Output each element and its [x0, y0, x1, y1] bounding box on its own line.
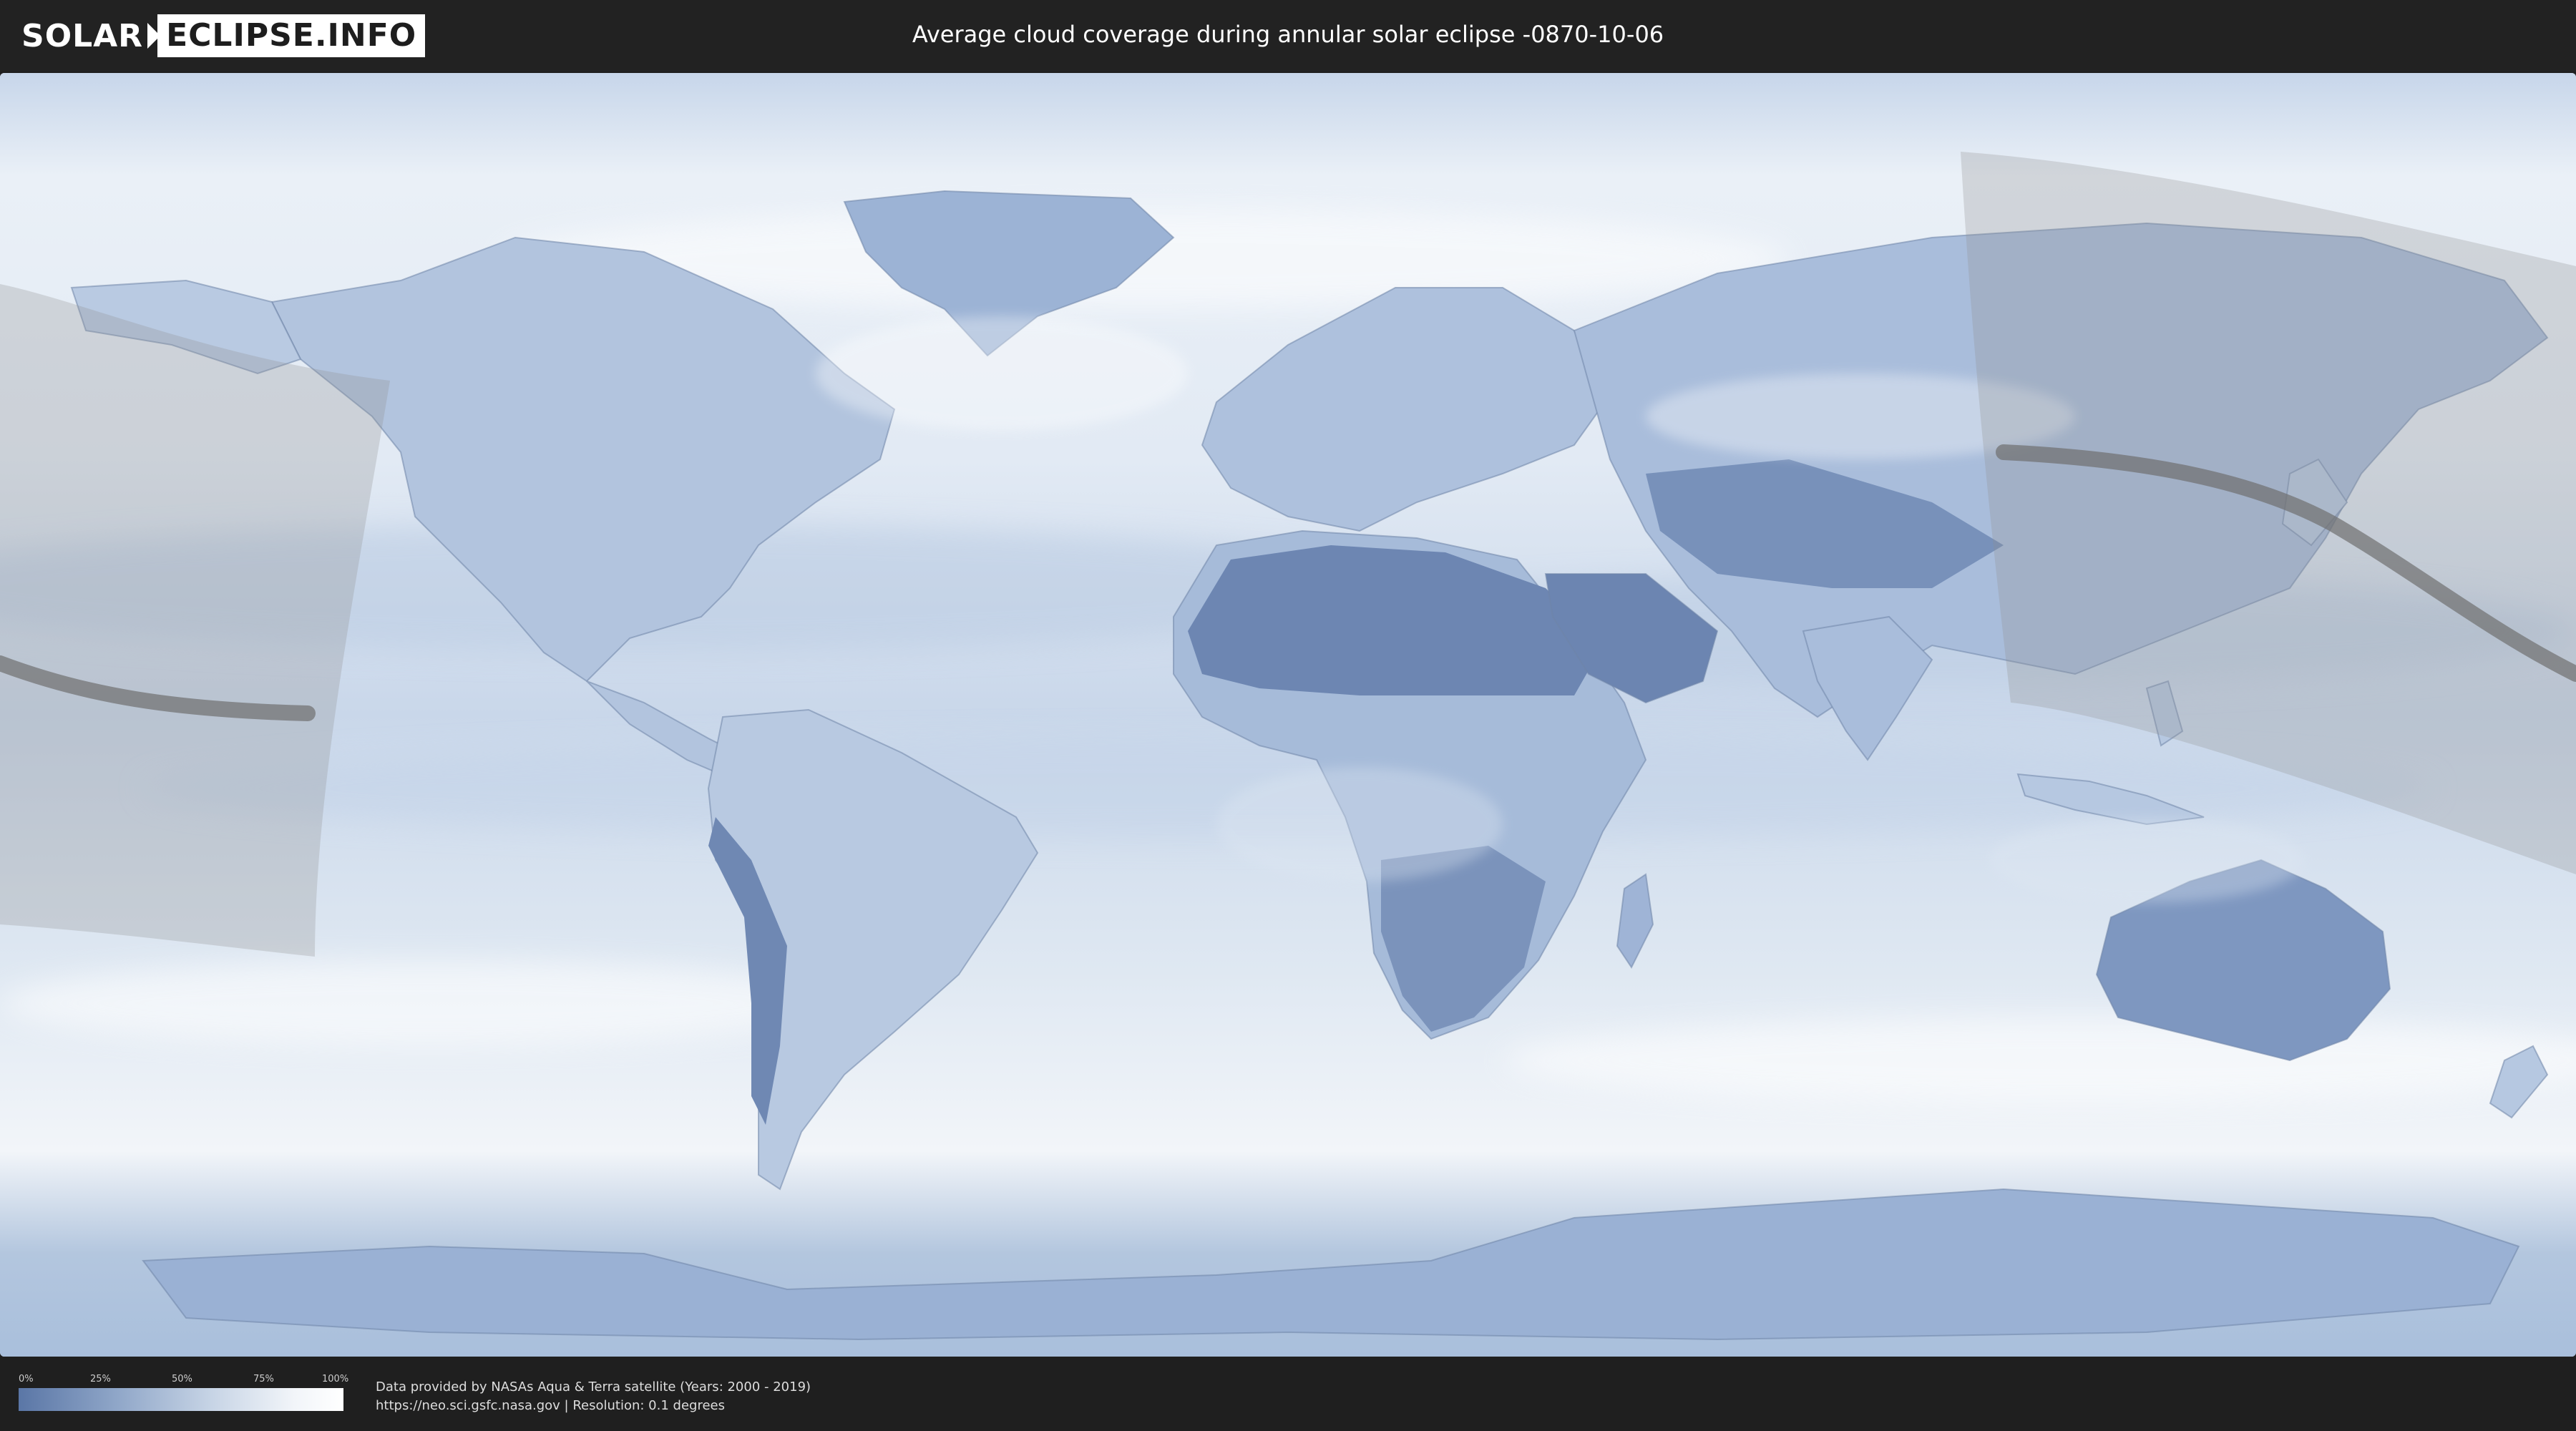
header-bar: SOLAR ECLIPSE.INFO Average cloud coverag… [0, 0, 2576, 72]
data-credit: Data provided by NASAs Aqua & Terra sate… [376, 1378, 811, 1415]
cloud-coverage-legend: 0% 25% 50% 75% 100% [19, 1374, 348, 1417]
credit-line-1: Data provided by NASAs Aqua & Terra sate… [376, 1379, 811, 1395]
legend-label-0: 0% [19, 1374, 34, 1384]
legend-label-75: 75% [253, 1374, 274, 1384]
legend-label-50: 50% [172, 1374, 192, 1384]
legend-labels: 0% 25% 50% 75% 100% [19, 1374, 348, 1387]
cloud-coverage-map [0, 73, 2576, 1357]
legend-label-100: 100% [322, 1374, 349, 1384]
footer-bar: 0% 25% 50% 75% 100% Data provided by NAS… [0, 1357, 2576, 1431]
world-map-svg [0, 73, 2576, 1357]
page-title: Average cloud coverage during annular so… [912, 21, 1664, 48]
legend-label-25: 25% [90, 1374, 111, 1384]
legend-gradient-bar [19, 1388, 343, 1411]
credit-line-2[interactable]: https://neo.sci.gsfc.nasa.gov | Resoluti… [376, 1397, 811, 1415]
